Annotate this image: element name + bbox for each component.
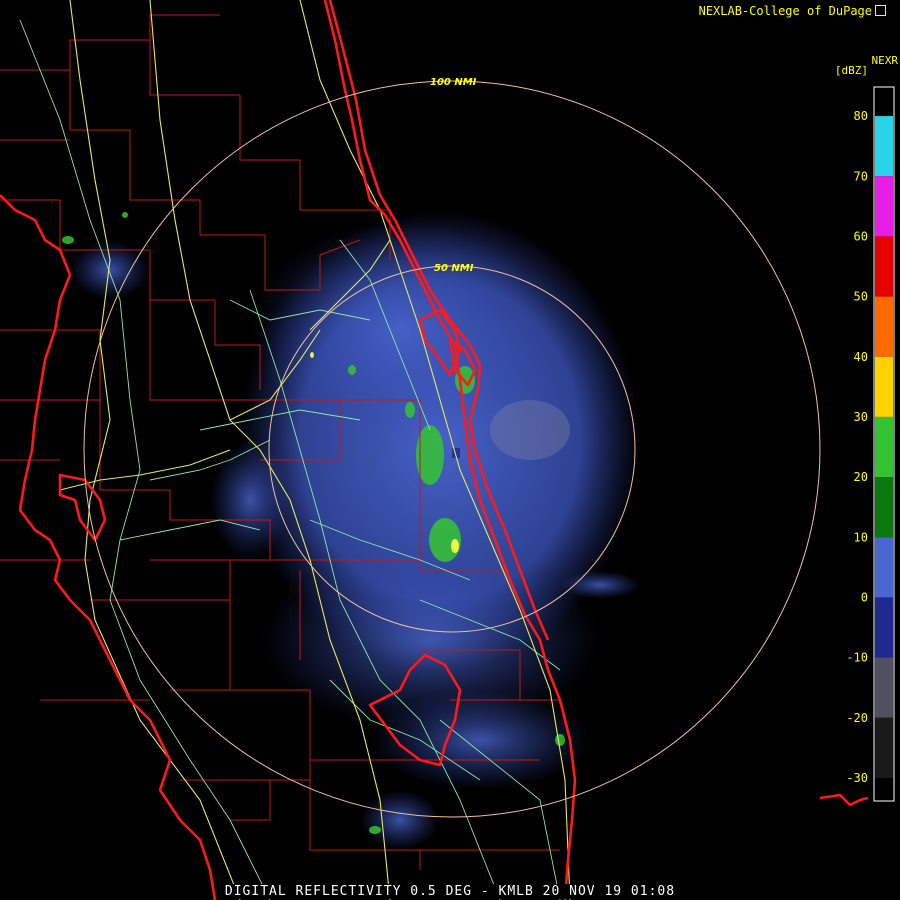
scale-band — [875, 657, 893, 718]
units-label: [dBZ] — [834, 64, 868, 77]
scale-band — [875, 597, 893, 658]
echo-field — [62, 210, 640, 850]
radar-map: 50 NMI 100 NMI — [0, 0, 869, 900]
scale-band — [875, 537, 893, 598]
credit-text: NEXLAB-College of DuPage — [698, 4, 872, 18]
product-caption: DIGITAL REFLECTIVITY 0.5 DEG - KMLB 20 N… — [0, 884, 900, 899]
caption-text: DIGITAL REFLECTIVITY 0.5 DEG - KMLB 20 N… — [220, 884, 680, 899]
scale-tick-label: 50 — [854, 290, 868, 304]
scale-tick-label: 0 — [861, 590, 868, 604]
scale-tick-label: 70 — [854, 169, 868, 183]
scale-tick-label: 10 — [854, 530, 868, 544]
window-icon — [875, 5, 886, 16]
credit-label: NEXLAB-College of DuPage — [699, 4, 886, 18]
range-label-50: 50 NMI — [434, 263, 474, 274]
range-label-100: 100 NMI — [430, 77, 477, 88]
scale-band — [875, 477, 893, 538]
scale-tick-label: 60 — [854, 229, 868, 243]
scale-tick-label: -10 — [846, 651, 868, 665]
scale-tick-label: 40 — [854, 350, 868, 364]
color-scale: 80 70 60 50 40 30 20 10 0 -10 -20 -30 — [846, 86, 895, 802]
scale-band — [875, 236, 893, 297]
scale-tick-label: -30 — [846, 771, 868, 785]
scale-tick-label: -20 — [846, 711, 868, 725]
scale-band — [875, 176, 893, 237]
scale-tick-label: 20 — [854, 470, 868, 484]
scale-band — [875, 116, 893, 177]
product-label: NEXR — [871, 54, 899, 67]
scale-band — [875, 717, 893, 778]
scale-band — [875, 416, 893, 478]
scale-tick-label: 80 — [854, 109, 868, 123]
scale-tick-label: 30 — [854, 410, 868, 424]
scale-band — [875, 356, 893, 417]
scale-band — [875, 296, 893, 357]
